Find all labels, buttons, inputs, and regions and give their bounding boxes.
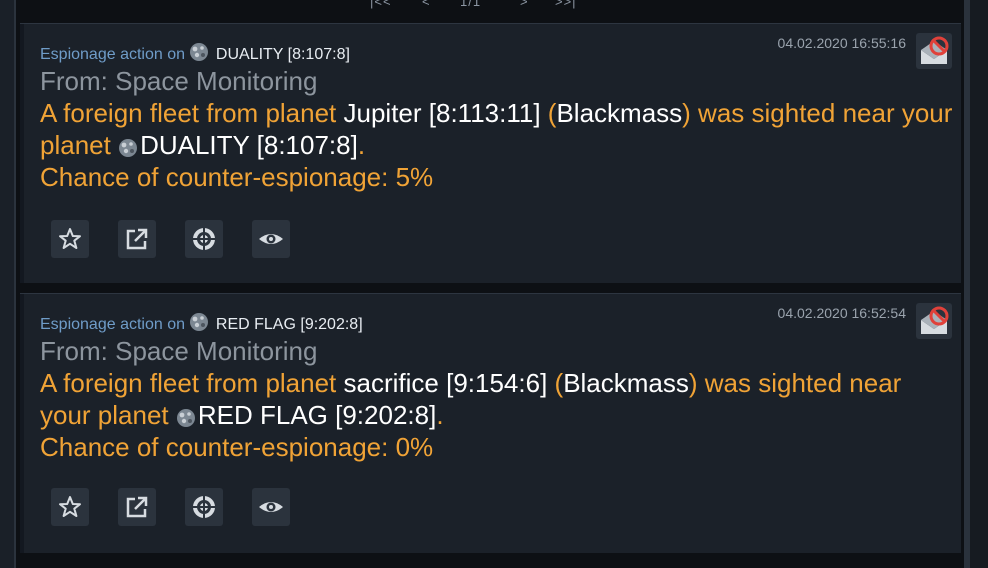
body-text: . (357, 130, 366, 160)
external-link-icon (126, 228, 148, 250)
pager-page-indicator: 1/1 (460, 0, 482, 9)
message-date: 04.02.2020 16:55:16 (777, 35, 906, 51)
body-text: A foreign fleet from planet (40, 368, 344, 398)
attack-button[interactable] (185, 220, 223, 258)
delete-message-button[interactable] (916, 303, 952, 339)
planet-icon (190, 313, 209, 331)
espionage-message: Espionage action on DUALITY [8:107:8] 04… (20, 23, 961, 283)
target-planet-link[interactable]: DUALITY [8:107:8] (140, 130, 358, 160)
delete-message-button[interactable] (916, 33, 952, 69)
espionage-message: Espionage action on RED FLAG [9:202:8] 0… (20, 293, 961, 553)
eye-icon (259, 502, 283, 512)
message-title-planet-link[interactable]: RED FLAG [9:202:8] (216, 316, 363, 333)
planet-icon (190, 43, 209, 61)
favorite-button[interactable] (51, 220, 89, 258)
star-icon (59, 228, 81, 249)
player-name-link[interactable]: Blackmass (556, 98, 682, 128)
pager-last-button[interactable]: >>| (555, 0, 577, 9)
spy-button[interactable] (252, 488, 290, 526)
message-body: A foreign fleet from planet Jupiter [8:1… (40, 97, 955, 193)
pager-prev-button[interactable]: < (422, 0, 431, 9)
body-text: ( (540, 98, 557, 128)
pager-first-button[interactable]: |<< (370, 0, 392, 9)
body-text: ( (547, 368, 564, 398)
delete-message-icon (921, 306, 949, 334)
pagination: |<< < 1/1 > >>| (370, 0, 590, 9)
target-icon (192, 227, 216, 251)
message-title: Espionage action on DUALITY [8:107:8] (40, 42, 350, 64)
share-button[interactable] (118, 220, 156, 258)
left-rail (0, 0, 14, 568)
counter-espionage-chance: Chance of counter-espionage: 5% (40, 162, 434, 192)
message-title: Espionage action on RED FLAG [9:202:8] (40, 312, 363, 334)
origin-planet-link[interactable]: Jupiter [8:113:11] (344, 98, 541, 128)
star-icon (59, 496, 81, 517)
message-title-planet-link[interactable]: DUALITY [8:107:8] (216, 46, 350, 63)
attack-button[interactable] (185, 488, 223, 526)
body-text: . (436, 400, 444, 430)
message-body: A foreign fleet from planet sacrifice [9… (40, 367, 955, 463)
pager-next-button[interactable]: > (520, 0, 529, 9)
planet-icon (119, 139, 138, 157)
player-name-link[interactable]: Blackmass (563, 368, 689, 398)
external-link-icon (126, 496, 148, 518)
message-sender: From: Space Monitoring (40, 336, 318, 366)
share-button[interactable] (118, 488, 156, 526)
target-icon (192, 495, 216, 519)
favorite-button[interactable] (51, 488, 89, 526)
left-rail-edge (14, 0, 16, 568)
body-text: A foreign fleet from planet (40, 98, 344, 128)
delete-message-icon (921, 36, 949, 64)
message-title-prefix: Espionage action on (40, 46, 185, 63)
message-sender: From: Space Monitoring (40, 66, 318, 96)
eye-icon (259, 234, 283, 244)
planet-icon (176, 409, 195, 427)
right-rail (970, 0, 988, 568)
spy-button[interactable] (252, 220, 290, 258)
counter-espionage-chance: Chance of counter-espionage: 0% (40, 432, 434, 462)
target-planet-link[interactable]: RED FLAG [9:202:8] (198, 400, 436, 430)
message-title-prefix: Espionage action on (40, 316, 185, 333)
origin-planet-link[interactable]: sacrifice [9:154:6] (344, 368, 548, 398)
message-date: 04.02.2020 16:52:54 (777, 305, 906, 321)
